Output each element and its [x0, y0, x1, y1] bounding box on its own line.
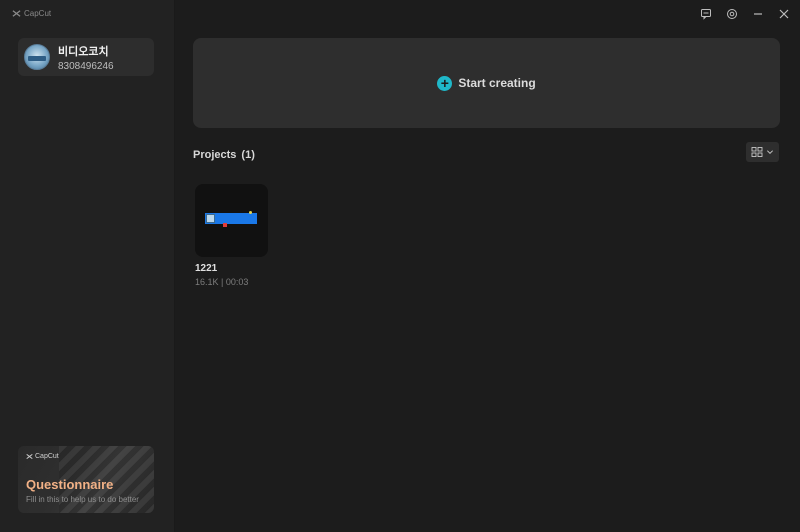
- app-logo: CapCut: [12, 9, 51, 18]
- project-card[interactable]: 1221 16.1K | 00:03: [195, 184, 269, 287]
- avatar: [24, 44, 50, 70]
- user-profile-card[interactable]: 비디오코치 8308496246: [18, 38, 154, 76]
- project-name: 1221: [195, 263, 218, 274]
- settings-icon[interactable]: [726, 8, 738, 20]
- projects-header: Projects (1): [193, 149, 255, 161]
- app-name: CapCut: [24, 9, 52, 18]
- profile-id: 8308496246: [58, 60, 114, 72]
- chevron-down-icon: [767, 150, 773, 154]
- capcut-logo-icon: [26, 454, 33, 459]
- window-controls: [700, 8, 790, 20]
- thumbnail-avatar: [206, 214, 215, 223]
- view-mode-toggle[interactable]: [746, 142, 779, 162]
- questionnaire-banner[interactable]: CapCut Questionnaire Fill in this to hel…: [18, 446, 154, 513]
- banner-title: Questionnaire: [26, 477, 114, 492]
- profile-name: 비디오코치: [58, 45, 109, 58]
- thumbnail-marker: [223, 223, 227, 227]
- plus-icon: +: [437, 75, 453, 91]
- banner-brand: CapCut: [26, 453, 59, 460]
- start-creating-button[interactable]: + Start creating: [193, 38, 780, 128]
- capcut-window: CapCut 비디오코치 8308496246 CapCut Questionn…: [0, 0, 800, 532]
- project-meta: 16.1K | 00:03: [195, 277, 249, 287]
- main-area: + Start creating Projects (1) 1221 16.1K…: [175, 0, 800, 532]
- projects-count: (1): [241, 149, 255, 161]
- minimize-icon[interactable]: [752, 8, 764, 20]
- banner-subtitle: Fill in this to help us to do better: [26, 495, 139, 504]
- grid-view-icon: [751, 147, 763, 157]
- close-icon[interactable]: [778, 8, 790, 20]
- profile-info: 비디오코치 8308496246: [58, 43, 114, 72]
- capcut-logo-icon: [12, 10, 21, 17]
- projects-title: Projects: [193, 149, 237, 161]
- feedback-icon[interactable]: [700, 8, 712, 20]
- thumbnail-dot: [249, 211, 252, 214]
- banner-brand-label: CapCut: [35, 453, 59, 460]
- sidebar: CapCut 비디오코치 8308496246 CapCut Questionn…: [0, 0, 175, 532]
- start-creating-label: Start creating: [458, 76, 536, 90]
- project-thumbnail[interactable]: [195, 184, 268, 257]
